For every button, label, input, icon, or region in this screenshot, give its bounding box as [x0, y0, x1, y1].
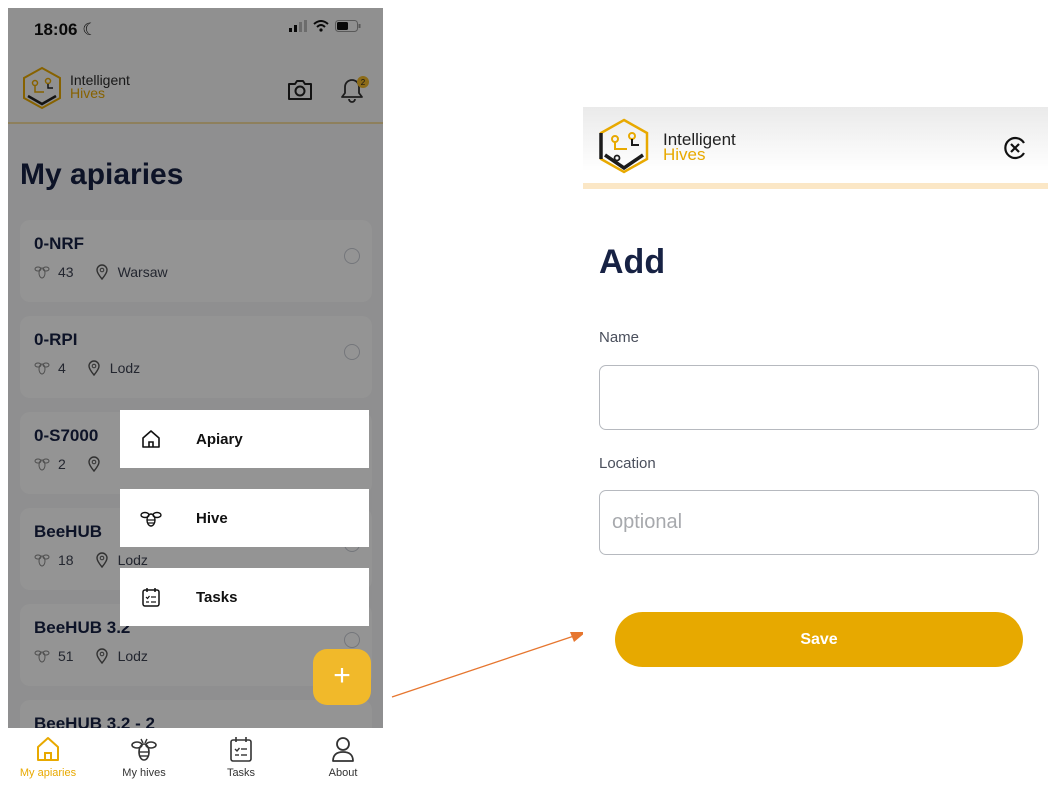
location-input[interactable]: [599, 490, 1039, 555]
save-button[interactable]: Save: [615, 612, 1023, 667]
home-icon: [142, 430, 160, 448]
tab-about[interactable]: About: [303, 734, 383, 779]
tab-label: Tasks: [226, 767, 256, 779]
brand-name: Intelligent Hives: [663, 131, 736, 164]
tab-label: My hives: [122, 767, 166, 779]
calendar-icon: [142, 588, 160, 607]
bottom-tab-bar: My apiaries My hives Tasks About: [8, 728, 383, 790]
tab-my-hives[interactable]: My hives: [104, 734, 184, 779]
panel-header: Intelligent Hives: [583, 107, 1048, 189]
home-icon: [37, 737, 59, 761]
brand-line-2: Hives: [663, 145, 706, 164]
name-label: Name: [599, 329, 640, 346]
calendar-icon: [230, 737, 252, 762]
intelligent-hives-logo: [599, 118, 649, 174]
user-icon: [332, 737, 354, 762]
location-label: Location: [599, 455, 656, 472]
tab-my-apiaries[interactable]: My apiaries: [8, 734, 88, 779]
tab-label: My apiaries: [19, 767, 77, 779]
phone-screen: 18:06 ☾ Intelligent Hives 2 My apiaries …: [8, 8, 383, 790]
page-title: Add: [599, 243, 666, 281]
name-input[interactable]: [599, 365, 1039, 430]
add-menu-item-hive[interactable]: Hive: [120, 489, 369, 547]
tab-label: About: [328, 767, 358, 779]
add-apiary-screen: Intelligent Hives Add Name Location Save: [583, 107, 1048, 687]
menu-item-label: Apiary: [196, 430, 243, 448]
tab-tasks[interactable]: Tasks: [201, 734, 281, 779]
add-fab-button[interactable]: +: [313, 649, 371, 705]
menu-item-label: Tasks: [196, 588, 238, 606]
add-menu-item-apiary[interactable]: Apiary: [120, 410, 369, 468]
bee-icon: [140, 511, 162, 527]
add-menu-item-tasks[interactable]: Tasks: [120, 568, 369, 626]
bee-icon: [131, 738, 157, 761]
menu-item-label: Hive: [196, 509, 228, 527]
close-icon[interactable]: [1002, 135, 1028, 161]
